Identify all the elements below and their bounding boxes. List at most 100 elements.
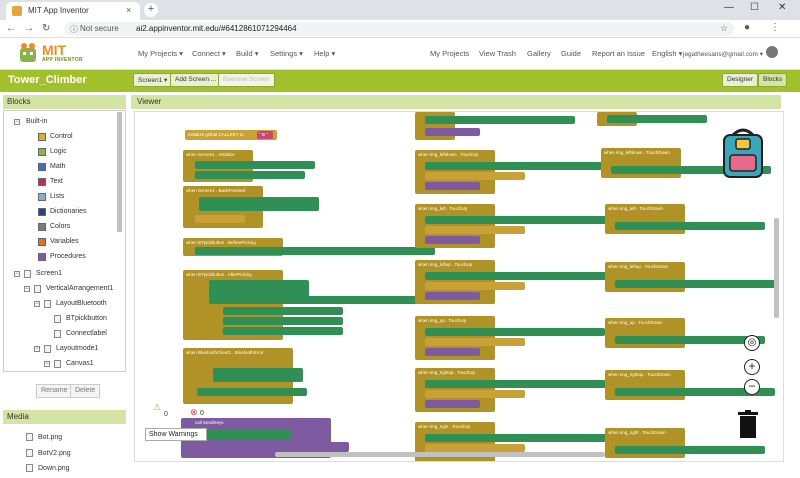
if-condition-block[interactable] xyxy=(213,368,303,382)
img-up-touchup-block[interactable]: when img_up . TouchUp xyxy=(415,316,605,360)
set-block[interactable] xyxy=(223,307,343,315)
set-picture-block[interactable] xyxy=(425,272,615,280)
browser-menu-icon[interactable]: ⋮ xyxy=(770,22,780,33)
menu-settings[interactable]: Settings ▾ xyxy=(270,49,303,58)
call-sendkeys-block[interactable] xyxy=(425,292,480,300)
img-left-touchdown-block[interactable]: when img_left . TouchDown xyxy=(605,204,765,234)
media-item[interactable]: Bot.png xyxy=(38,434,62,441)
url-text[interactable]: ai2.appinventor.mit.edu/#641286107129446… xyxy=(136,24,297,33)
set-picture-block[interactable] xyxy=(425,328,605,336)
set-block[interactable] xyxy=(197,388,307,396)
workspace-vertical-scrollbar[interactable] xyxy=(774,218,779,318)
blocks-button[interactable]: Blocks xyxy=(758,73,788,87)
menu-my-projects[interactable]: My Projects ▾ xyxy=(138,49,183,58)
btpick-afterpicking-block[interactable]: when BTpickbutton . AfterPicking xyxy=(183,270,423,340)
img-leftup-touchup-block[interactable]: when img_leftup . TouchUp xyxy=(415,260,615,304)
screen1-backpressed-block[interactable]: when Screen1 . BackPressed xyxy=(183,186,319,228)
new-tab-button[interactable]: + xyxy=(144,3,158,17)
call-sendkeys-block[interactable] xyxy=(425,128,480,136)
set-global-block[interactable] xyxy=(425,226,525,234)
link-view-trash[interactable]: View Trash xyxy=(479,49,516,58)
collapse-builtin-toggle[interactable]: − xyxy=(14,119,20,125)
set-elements-block[interactable] xyxy=(195,247,435,255)
set-picture-block[interactable] xyxy=(615,222,765,230)
set-block[interactable] xyxy=(223,317,343,325)
set-block[interactable] xyxy=(195,171,305,179)
set-picture-block[interactable] xyxy=(425,380,615,388)
global-variable-block[interactable]: initialize global CALLKEY to " B " xyxy=(185,130,277,140)
bluetooth-error-block[interactable]: when BluetoothClient1 . BluetoothError xyxy=(183,348,307,404)
link-guide[interactable]: Guide xyxy=(561,49,581,58)
tree-item-canvas1[interactable]: Canvas1 xyxy=(66,360,94,367)
trash-icon[interactable] xyxy=(738,410,758,438)
link-gallery[interactable]: Gallery xyxy=(527,49,551,58)
img-rightup-touchdown-block[interactable]: when img_rightup . TouchDown xyxy=(605,370,775,400)
img-up-touchdown-block[interactable]: when img_up . TouchDown xyxy=(605,318,765,348)
info-icon[interactable]: ⓘ xyxy=(70,24,78,35)
recenter-icon[interactable]: ◎ xyxy=(744,335,760,351)
tree-item-math[interactable]: Math xyxy=(50,163,66,170)
tree-item-procedures[interactable]: Procedures xyxy=(50,253,86,260)
backpack-icon[interactable] xyxy=(718,125,768,180)
forward-arrow-icon[interactable]: → xyxy=(24,23,34,34)
workspace-horizontal-scrollbar[interactable] xyxy=(275,452,605,457)
avatar[interactable] xyxy=(766,46,778,58)
text-value-block[interactable]: " B " xyxy=(257,131,273,139)
window-maximize-icon[interactable]: ☐ xyxy=(750,2,759,13)
set-block[interactable] xyxy=(223,327,343,335)
if-condition-block[interactable] xyxy=(199,197,319,211)
set-global-block[interactable] xyxy=(425,282,525,290)
tree-item-btpickbutton[interactable]: BTpickbutton xyxy=(66,315,107,322)
set-global-block[interactable] xyxy=(425,390,525,398)
media-item[interactable]: Down.png xyxy=(38,465,70,472)
screen1-initialize-block[interactable]: when Screen1 . Initialize xyxy=(183,150,315,182)
menu-help[interactable]: Help ▾ xyxy=(314,49,335,58)
tree-item-connectlabel[interactable]: Connectlabel xyxy=(66,330,107,337)
tree-item-layoutmode1[interactable]: Layoutmode1 xyxy=(56,345,98,352)
zoom-out-button[interactable]: − xyxy=(744,379,760,395)
set-picture-block[interactable] xyxy=(615,280,775,288)
tree-scrollbar[interactable] xyxy=(117,112,122,232)
tree-item-screen1[interactable]: Screen1 xyxy=(36,270,62,277)
set-global-block[interactable] xyxy=(425,444,525,452)
tree-item-control[interactable]: Control xyxy=(50,133,73,140)
collapse-layoutmode1-toggle[interactable]: − xyxy=(34,346,40,352)
set-picture-block[interactable] xyxy=(425,434,615,442)
tree-item-logic[interactable]: Logic xyxy=(50,148,67,155)
tree-item-lists[interactable]: Lists xyxy=(50,193,64,200)
delete-button[interactable]: Delete xyxy=(70,384,101,398)
collapse-screen1-toggle[interactable]: − xyxy=(14,271,20,277)
close-application-block[interactable] xyxy=(195,215,245,223)
set-picture-block[interactable] xyxy=(615,336,765,344)
reload-icon[interactable]: ↻ xyxy=(42,23,50,34)
browser-tab[interactable]: MIT App Inventor × xyxy=(6,2,140,20)
collapse-layout-bluetooth-toggle[interactable]: − xyxy=(34,301,40,307)
designer-button[interactable]: Designer xyxy=(722,73,759,87)
call-sendkeys-block[interactable] xyxy=(425,348,480,356)
add-screen-button[interactable]: Add Screen ... xyxy=(170,73,222,87)
call-sendkeys-block[interactable] xyxy=(425,236,480,244)
set-picture-block[interactable] xyxy=(607,115,707,123)
bookmark-star-icon[interactable]: ☆ xyxy=(720,23,728,34)
back-arrow-icon[interactable]: ← xyxy=(6,23,16,34)
btpick-beforepicking-block[interactable]: when BTpickbutton . BeforePicking xyxy=(183,238,435,256)
account-menu[interactable]: jegatheesans@gmail.com ▾ xyxy=(683,50,763,58)
language-select[interactable]: English ▾ xyxy=(652,49,682,58)
touch-block[interactable] xyxy=(415,112,575,140)
set-global-block[interactable] xyxy=(425,338,525,346)
set-picture-block[interactable] xyxy=(425,216,615,224)
collapse-canvas1-toggle[interactable]: − xyxy=(44,361,50,367)
touch-block[interactable] xyxy=(597,112,707,126)
img-right-touchdown-block[interactable]: when img_right . TouchDown xyxy=(605,428,765,458)
img-rightup-touchup-block[interactable]: when img_rightup . TouchUp xyxy=(415,368,615,412)
window-close-icon[interactable]: ✕ xyxy=(778,2,786,13)
img-leftdown-touchdown-block[interactable]: when img_leftdown . TouchDown xyxy=(601,148,771,178)
rename-button[interactable]: Rename xyxy=(36,384,73,398)
collapse-vertical-arrangement-toggle[interactable]: − xyxy=(24,286,30,292)
call-sendkeys-block[interactable] xyxy=(425,400,480,408)
set-picture-block[interactable] xyxy=(615,446,765,454)
address-bar[interactable]: ⓘ Not secure ai2.appinventor.mit.edu/#64… xyxy=(64,22,734,36)
show-warnings-button[interactable]: Show Warnings xyxy=(145,428,207,441)
img-leftdown-touchup-block[interactable]: when img_leftdown . TouchUp xyxy=(415,150,615,194)
blocks-workspace[interactable]: initialize global CALLKEY to " B " when … xyxy=(134,111,784,462)
